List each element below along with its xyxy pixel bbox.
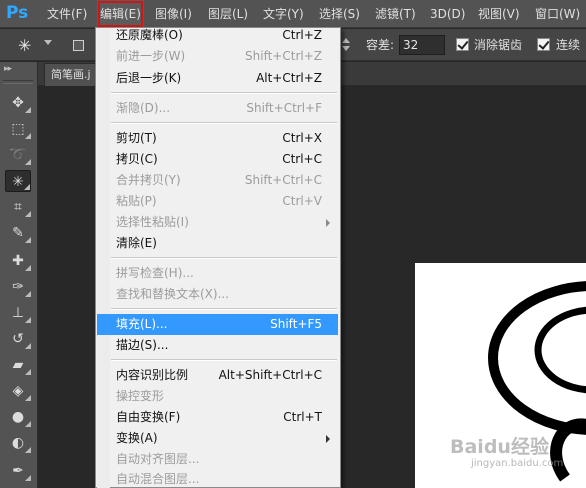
menu-item-label: 自由变换(F) xyxy=(116,410,181,424)
menu-separator xyxy=(111,122,337,124)
menu-item-label: 自动混合图层... xyxy=(116,472,200,486)
paint-bucket-tool-icon[interactable]: ◈ xyxy=(5,380,31,402)
menu-item-label: 变换(A) xyxy=(116,431,158,445)
blur-tool-icon[interactable]: ● xyxy=(5,406,31,428)
tool-preset-dropdown-icon[interactable] xyxy=(44,40,52,45)
crop-tool-icon[interactable]: ⌗ xyxy=(5,196,31,218)
menu-item-shortcut: Ctrl+V xyxy=(282,194,322,208)
antialias-checkbox[interactable] xyxy=(456,38,469,51)
menu-item-paste[interactable]: 粘贴(P) Ctrl+V xyxy=(97,191,338,212)
menu-item-puppet-warp[interactable]: 操控变形 xyxy=(97,386,338,407)
lasso-tool-icon[interactable]: ➰ xyxy=(5,144,31,166)
menu-filter[interactable]: 滤镜(T) xyxy=(375,0,416,28)
menu-item-label: 渐隐(D)... xyxy=(116,101,171,115)
menu-window[interactable]: 窗口(W) xyxy=(535,0,580,28)
menu-item-label: 内容识别比例 xyxy=(116,368,189,382)
antialias-label: 消除锯齿 xyxy=(474,38,523,52)
menu-type[interactable]: 文字(Y) xyxy=(263,0,304,28)
menu-item-shortcut: Alt+Shift+Ctrl+C xyxy=(218,368,322,382)
menu-3d[interactable]: 3D(D) xyxy=(430,0,465,28)
panel-collapse-icon[interactable]: ▸▸ xyxy=(4,64,12,74)
menu-item-shortcut: Ctrl+X xyxy=(282,131,322,145)
panel-divider xyxy=(3,80,33,84)
menu-item-label: 描边(S)... xyxy=(116,338,169,352)
clone-stamp-tool-icon[interactable]: ⊥ xyxy=(5,302,31,324)
menu-item-shortcut: Shift+Ctrl+C xyxy=(244,173,322,187)
menu-item-label: 剪切(T) xyxy=(116,131,157,145)
menu-item-find-replace[interactable]: 查找和替换文本(X)... xyxy=(97,284,338,305)
menu-item-fill[interactable]: 填充(L)... Shift+F5 xyxy=(97,314,338,335)
dodge-tool-icon[interactable]: ◐ xyxy=(5,432,31,454)
menu-item-shortcut: Shift+Ctrl+F xyxy=(246,101,322,115)
menu-item-fade[interactable]: 渐隐(D)... Shift+Ctrl+F xyxy=(97,98,338,119)
menu-view[interactable]: 视图(V) xyxy=(478,0,520,28)
menu-item-label: 拷贝(C) xyxy=(116,152,158,166)
marquee-tool-icon[interactable]: ⬚ xyxy=(5,118,31,140)
menu-separator xyxy=(111,257,337,259)
menu-item-content-aware-scale[interactable]: 内容识别比例 Alt+Shift+Ctrl+C xyxy=(97,365,338,386)
submenu-arrow-icon xyxy=(326,435,330,443)
document-tab[interactable]: 简笔画.j xyxy=(44,63,100,86)
menu-item-label: 填充(L)... xyxy=(116,317,168,331)
menu-image[interactable]: 图像(I) xyxy=(155,0,192,28)
eraser-tool-icon[interactable]: ▰ xyxy=(5,354,31,376)
menu-item-shortcut: Ctrl+T xyxy=(283,410,322,424)
healing-brush-tool-icon[interactable]: ✚ xyxy=(5,250,31,272)
magic-wand-tool-icon[interactable]: ✳ xyxy=(5,170,31,192)
menu-item-paste-special[interactable]: 选择性粘贴(I) xyxy=(97,212,338,233)
menu-file[interactable]: 文件(F) xyxy=(47,0,87,28)
move-tool-icon[interactable]: ✥ xyxy=(5,92,31,114)
menu-item-label: 选择性粘贴(I) xyxy=(116,215,189,229)
sample-size-spinner-icon[interactable] xyxy=(342,37,350,53)
menu-select[interactable]: 选择(S) xyxy=(319,0,360,28)
menu-item-copy-merged[interactable]: 合并拷贝(Y) Shift+Ctrl+C xyxy=(97,170,338,191)
menu-item-label: 查找和替换文本(X)... xyxy=(116,287,230,301)
menu-item-label: 合并拷贝(Y) xyxy=(116,173,181,187)
tolerance-label: 容差: xyxy=(366,38,395,52)
new-selection-icon[interactable] xyxy=(73,40,84,51)
menu-item-label: 拼写检查(H)... xyxy=(116,266,194,280)
brush-tool-icon[interactable]: ✑ xyxy=(5,276,31,298)
menu-item-auto-align[interactable]: 自动对齐图层... xyxy=(97,449,338,470)
watermark: Baidu经验 xyxy=(450,436,549,458)
menu-item-label: 还原魔棒(O) xyxy=(116,28,183,42)
menu-item-transform[interactable]: 变换(A) xyxy=(97,428,338,449)
menu-item-cut[interactable]: 剪切(T) Ctrl+X xyxy=(97,128,338,149)
watermark-url: jingyan.baidu.com xyxy=(471,458,564,469)
eyedropper-tool-icon[interactable]: ✎ xyxy=(5,222,31,244)
history-brush-tool-icon[interactable]: ↺ xyxy=(5,328,31,350)
menu-item-label: 自动对齐图层... xyxy=(116,452,200,466)
contiguous-label: 连续 xyxy=(556,38,581,52)
menu-item-free-transform[interactable]: 自由变换(F) Ctrl+T xyxy=(97,407,338,428)
menu-item-shortcut: Alt+Ctrl+Z xyxy=(256,71,322,85)
magic-wand-icon[interactable]: ✳ xyxy=(18,36,31,55)
menu-edit[interactable]: 编辑(E) xyxy=(97,0,144,28)
menu-item-shortcut: Shift+Ctrl+Z xyxy=(245,49,322,63)
menu-item-shortcut: Ctrl+C xyxy=(282,152,322,166)
menu-item-label: 前进一步(W) xyxy=(116,49,186,63)
menu-item-stroke[interactable]: 描边(S)... xyxy=(97,335,338,356)
menu-item-auto-blend[interactable]: 自动混合图层... xyxy=(97,469,338,488)
menu-separator xyxy=(111,92,337,94)
pen-tool-icon[interactable]: ✒ xyxy=(5,460,31,482)
menu-item-label: 操控变形 xyxy=(116,389,165,403)
menu-item-copy[interactable]: 拷贝(C) Ctrl+C xyxy=(97,149,338,170)
tolerance-input[interactable]: 32 xyxy=(399,35,445,55)
menu-item-shortcut: Ctrl+Z xyxy=(282,28,322,42)
menu-item-clear[interactable]: 清除(E) xyxy=(97,233,338,254)
menu-item-check-spelling[interactable]: 拼写检查(H)... xyxy=(97,263,338,284)
menu-separator xyxy=(111,308,337,310)
submenu-arrow-icon xyxy=(326,219,330,227)
menu-item-shortcut: Shift+F5 xyxy=(270,317,322,331)
menu-separator xyxy=(111,359,337,361)
menu-item-step-forward[interactable]: 前进一步(W) Shift+Ctrl+Z xyxy=(97,46,338,67)
menu-item-step-backward[interactable]: 后退一步(K) Alt+Ctrl+Z xyxy=(97,68,338,89)
menu-item-undo[interactable]: 还原魔棒(O) Ctrl+Z xyxy=(97,25,338,46)
photoshop-logo: Ps xyxy=(6,3,29,23)
menu-layer[interactable]: 图层(L) xyxy=(208,0,248,28)
menu-item-label: 后退一步(K) xyxy=(116,71,182,85)
menu-item-label: 清除(E) xyxy=(116,236,157,250)
contiguous-checkbox[interactable] xyxy=(537,38,550,51)
menu-item-label: 粘贴(P) xyxy=(116,194,157,208)
